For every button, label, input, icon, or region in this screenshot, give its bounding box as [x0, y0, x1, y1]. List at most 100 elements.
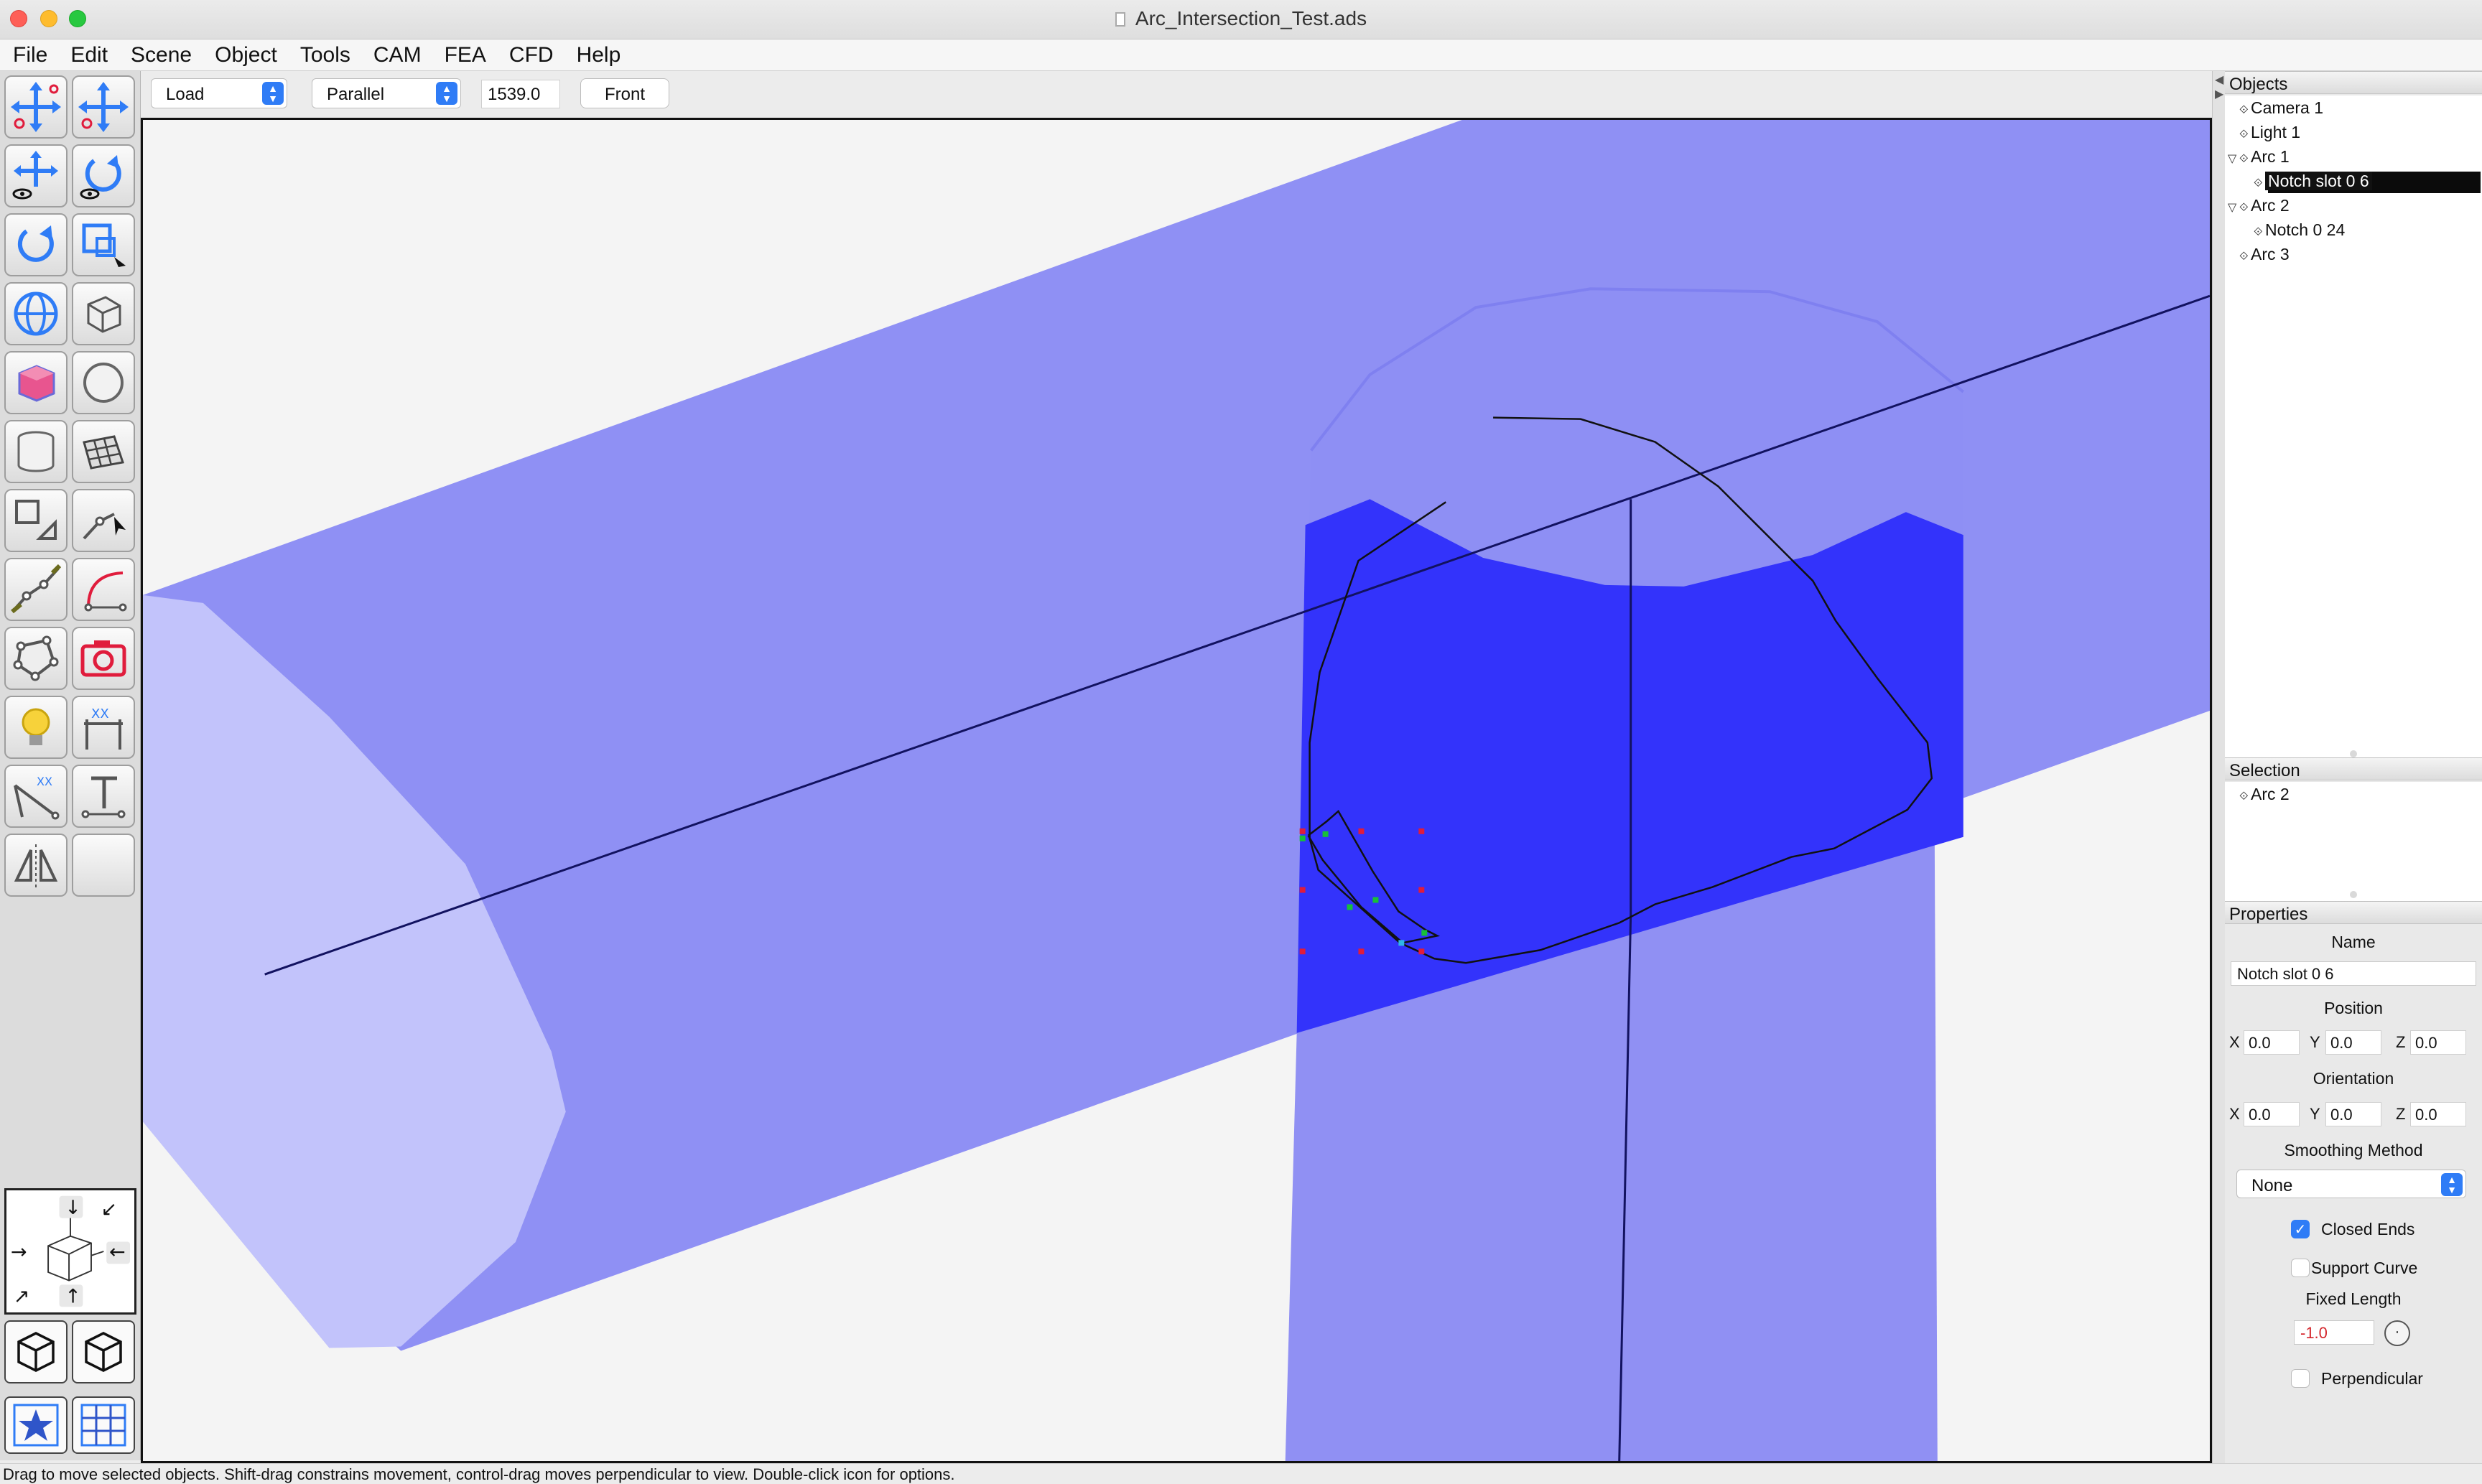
- globe-tool[interactable]: [4, 282, 68, 345]
- document-icon: [1115, 12, 1125, 27]
- cube-tool[interactable]: [4, 351, 68, 414]
- expand-triangle-icon[interactable]: ▽: [2228, 151, 2239, 166]
- menu-cfd[interactable]: CFD: [509, 43, 554, 67]
- rotate-tool[interactable]: [4, 213, 68, 276]
- sphere-tool[interactable]: [72, 351, 135, 414]
- tree-item-arc-1[interactable]: ▽ ⟐ Arc 1: [2228, 147, 2290, 170]
- orientation-z-field[interactable]: 0.0: [2410, 1102, 2466, 1126]
- tree-item-notch-0-24[interactable]: ⟐ Notch 0 24: [2254, 220, 2345, 243]
- expand-triangle-icon[interactable]: ▽: [2228, 200, 2239, 215]
- parallel-view-button[interactable]: [72, 1320, 135, 1383]
- menu-scene[interactable]: Scene: [131, 43, 192, 67]
- fixed-length-knob-icon[interactable]: ·: [2384, 1320, 2410, 1346]
- orientation-x-field[interactable]: 0.0: [2244, 1102, 2300, 1126]
- name-field[interactable]: Notch slot 0 6: [2231, 961, 2476, 986]
- closed-ends-checkbox[interactable]: ✓: [2291, 1220, 2310, 1238]
- curve-tool[interactable]: [72, 558, 135, 621]
- projection-select[interactable]: Parallel ▲ ▼: [312, 78, 461, 108]
- grid-view-button[interactable]: [72, 1396, 135, 1454]
- svg-text:XX: XX: [37, 775, 52, 788]
- perpendicular-checkbox[interactable]: [2291, 1369, 2310, 1388]
- orientation-label: Orientation: [2313, 1069, 2394, 1088]
- tree-item-notch-slot-0-6[interactable]: ⟐ Notch slot 0 6: [2254, 172, 2372, 195]
- tree-item-arc-2[interactable]: ▽ ⟐ Arc 2: [2228, 196, 2290, 219]
- smoothing-select[interactable]: None ▲ ▼: [2236, 1170, 2466, 1198]
- polyline-select-icon: [83, 513, 126, 540]
- wire-cube-alt-icon: [85, 1332, 122, 1372]
- collapse-right-icon[interactable]: ▶: [2215, 87, 2223, 101]
- orientation-y-field[interactable]: 0.0: [2325, 1102, 2381, 1126]
- view-toolbar: Load ▲ ▼ Parallel ▲ ▼ 1539.0 Front: [144, 71, 2209, 116]
- square-measure-icon: [15, 500, 57, 540]
- position-y-label: Y: [2310, 1033, 2320, 1051]
- resize-grip-icon[interactable]: [2350, 750, 2357, 757]
- sphere-icon: [83, 363, 124, 403]
- tree-item-camera-1[interactable]: ⟐ Camera 1: [2239, 98, 2323, 121]
- perspective-view-button[interactable]: [4, 1320, 68, 1383]
- grid-mesh-tool[interactable]: [72, 420, 135, 483]
- position-z-field[interactable]: 0.0: [2410, 1030, 2466, 1055]
- node-diamond-icon: ⟐: [2254, 226, 2263, 238]
- move-points-tool[interactable]: [4, 75, 68, 139]
- angle-dimension-tool[interactable]: XX: [4, 765, 68, 828]
- position-z-label: Z: [2396, 1033, 2406, 1051]
- node-diamond-icon: ⟐: [2254, 177, 2263, 190]
- text-tool[interactable]: [72, 765, 135, 828]
- svg-text:↗: ↗: [14, 1285, 30, 1307]
- polygon-edit-tool[interactable]: [4, 627, 68, 690]
- panel-splitter[interactable]: ◀ ▶: [2212, 71, 2225, 1464]
- collapse-left-icon[interactable]: ◀: [2215, 73, 2223, 87]
- tree-item-label: Arc 3: [2251, 245, 2290, 263]
- tree-item-label: Arc 2: [2251, 196, 2290, 215]
- menu-tools[interactable]: Tools: [300, 43, 350, 67]
- tree-item-label: Light 1: [2251, 123, 2301, 141]
- mirror-tool[interactable]: [4, 834, 68, 897]
- tree-item-light-1[interactable]: ⟐ Light 1: [2239, 123, 2300, 146]
- rotate-view-tool[interactable]: [72, 144, 135, 207]
- grid-icon: [80, 1404, 126, 1447]
- fixed-length-field[interactable]: -1.0: [2294, 1320, 2374, 1345]
- resize-grip-icon[interactable]: [2350, 891, 2357, 898]
- empty-tool[interactable]: [72, 834, 135, 897]
- menu-help[interactable]: Help: [577, 43, 621, 67]
- support-curve-checkbox[interactable]: [2291, 1259, 2310, 1277]
- menu-cam[interactable]: CAM: [373, 43, 422, 67]
- polyline-select-tool[interactable]: [72, 489, 135, 552]
- move-view-tool[interactable]: [4, 144, 68, 207]
- tool-palette: XX XX ↓ ↙ → ← ↗ ↑: [0, 71, 141, 1460]
- move-points-icon: [11, 82, 61, 132]
- window-title-text: Arc_Intersection_Test.ads: [1135, 7, 1367, 29]
- cylinder-icon: [17, 431, 55, 472]
- node-diamond-icon: ⟐: [2239, 202, 2249, 214]
- scale-select-tool[interactable]: [72, 213, 135, 276]
- rotate-icon: [17, 225, 54, 262]
- favorite-view-button[interactable]: [4, 1396, 68, 1454]
- select-arrows-icon: ▲ ▼: [436, 82, 457, 105]
- mode-select[interactable]: Load ▲ ▼: [151, 78, 287, 108]
- box-outline-tool[interactable]: [72, 282, 135, 345]
- scene-canvas: [143, 120, 2210, 1461]
- menu-file[interactable]: File: [13, 43, 47, 67]
- menu-fea[interactable]: FEA: [445, 43, 486, 67]
- menu-edit[interactable]: Edit: [70, 43, 108, 67]
- polyline-tool[interactable]: [4, 558, 68, 621]
- svg-text:→: →: [11, 1241, 27, 1264]
- cylinder-tool[interactable]: [4, 420, 68, 483]
- selection-item-arc-2[interactable]: ⟐ Arc 2: [2239, 785, 2290, 808]
- view-navigation-cube[interactable]: ↓ ↙ → ← ↗ ↑: [4, 1188, 136, 1315]
- tree-item-arc-3[interactable]: ⟐ Arc 3: [2239, 245, 2290, 268]
- 3d-viewport[interactable]: [141, 118, 2212, 1463]
- camera-tool[interactable]: [72, 627, 135, 690]
- light-tool[interactable]: [4, 696, 68, 759]
- front-view-button[interactable]: Front: [580, 78, 669, 108]
- square-measure-tool[interactable]: [4, 489, 68, 552]
- selection-list: ⟐ Arc 2: [2225, 782, 2482, 902]
- selection-heading: Selection: [2225, 757, 2482, 780]
- dimension-tool[interactable]: XX: [72, 696, 135, 759]
- position-y-field[interactable]: 0.0: [2325, 1030, 2381, 1055]
- scale-input[interactable]: 1539.0: [481, 80, 560, 108]
- menu-object[interactable]: Object: [215, 43, 277, 67]
- position-x-field[interactable]: 0.0: [2244, 1030, 2300, 1055]
- move-scale-tool[interactable]: [72, 75, 135, 139]
- status-bar: Drag to move selected objects. Shift-dra…: [0, 1463, 2482, 1483]
